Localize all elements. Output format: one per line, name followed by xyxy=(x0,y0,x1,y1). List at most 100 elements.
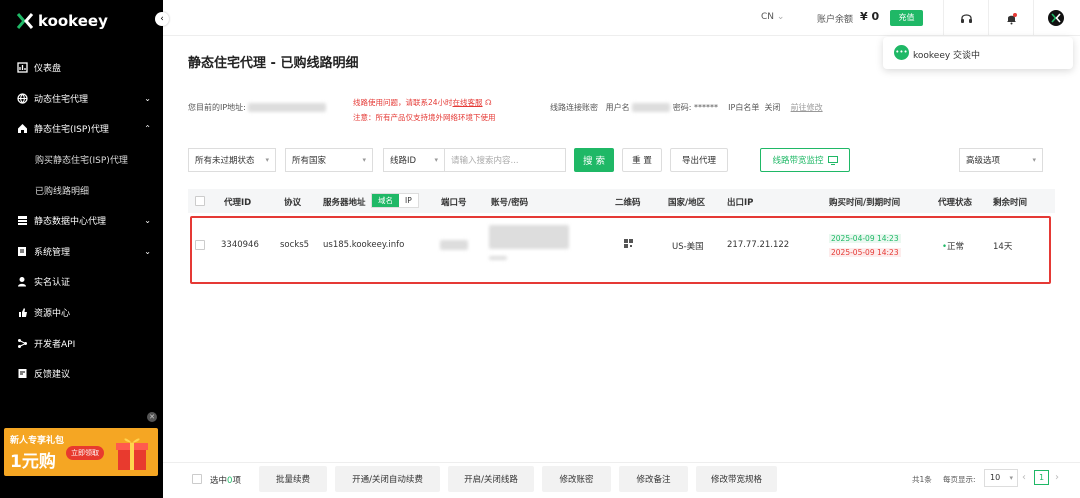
page-size-value: 10 xyxy=(990,473,1001,482)
chat-widget[interactable]: ••• kookeey 交谈中 xyxy=(883,37,1073,69)
purchase-time: 2025-04-09 14:23 xyxy=(829,234,901,243)
sidebar-item-label: 静态住宅(ISP)代理 xyxy=(34,124,109,135)
col-remaining: 剩余时间 xyxy=(993,198,1028,208)
col-status: 代理状态 xyxy=(938,198,973,208)
page-title: 静态住宅代理 - 已购线路明细 xyxy=(188,56,359,71)
home-icon xyxy=(17,123,28,134)
sidebar-item-label: 仪表盘 xyxy=(34,63,62,74)
balance-value: ¥ 0 xyxy=(860,10,880,23)
sidebar-item-feedback[interactable]: 反馈建议 xyxy=(0,360,163,386)
connection-credentials: 线路连接账密 用户名 密码: ****** IP白名单 关闭 前往修改 xyxy=(550,102,823,113)
sidebar-item-resources[interactable]: 资源中心 xyxy=(0,299,163,325)
server-display-toggle[interactable]: 域名 IP xyxy=(371,193,419,208)
language-select[interactable]: CN ⌄ xyxy=(761,12,784,22)
sidebar-item-verification[interactable]: 实名认证 xyxy=(0,268,163,294)
headset-icon: ☊ xyxy=(484,98,492,107)
online-support-link[interactable]: 在线客服 xyxy=(453,98,483,107)
advanced-options-select[interactable]: 高级选项 ▾ xyxy=(959,148,1043,172)
selected-count: 选中0项 xyxy=(210,474,241,486)
qrcode-icon[interactable] xyxy=(624,239,633,251)
search-field-value: 线路ID xyxy=(390,156,417,166)
status-text: 正常 xyxy=(947,242,965,252)
edit-credentials-button[interactable]: 修改账密 xyxy=(542,466,611,492)
server-address: us185.kookeey.info xyxy=(323,240,405,250)
divider xyxy=(1033,0,1034,36)
toggle-domain[interactable]: 域名 xyxy=(372,194,399,207)
kookeey-logo-icon xyxy=(16,13,34,29)
col-exit-ip: 出口IP xyxy=(727,198,754,208)
headset-icon[interactable] xyxy=(958,10,974,26)
chevron-down-icon: ▾ xyxy=(1032,156,1036,164)
whitelist-label: IP白名单 xyxy=(728,103,760,112)
col-country: 国家/地区 xyxy=(668,198,706,208)
ip-value-redacted xyxy=(248,103,327,112)
sidebar-item-dashboard[interactable]: 仪表盘 xyxy=(0,54,163,80)
select-all-checkbox[interactable] xyxy=(195,196,205,206)
search-field-select[interactable]: 线路ID ▾ xyxy=(383,148,445,172)
chevron-down-icon: ⌄ xyxy=(144,215,151,225)
prev-page-icon[interactable]: ‹ xyxy=(1022,472,1026,483)
whitelist-edit-link[interactable]: 前往修改 xyxy=(791,103,823,112)
chevron-down-icon: ⌄ xyxy=(776,12,785,22)
page-1-button[interactable]: 1 xyxy=(1034,470,1049,485)
highlight-box xyxy=(190,216,1051,284)
avatar[interactable] xyxy=(1048,10,1064,26)
chat-label: kookeey 交谈中 xyxy=(913,51,981,61)
country-filter-select[interactable]: 所有国家 ▾ xyxy=(285,148,373,172)
auto-renew-toggle-button[interactable]: 开通/关闭自动续费 xyxy=(335,466,440,492)
footer-select-all-checkbox[interactable] xyxy=(192,474,202,484)
toggle-ip[interactable]: IP xyxy=(399,194,418,207)
search-input[interactable]: 请输入搜索内容... xyxy=(444,148,566,172)
logo[interactable]: kookeey xyxy=(16,12,108,30)
expiry-filter-select[interactable]: 所有未过期状态 ▾ xyxy=(188,148,276,172)
sidebar-collapse-button[interactable]: ‹ xyxy=(155,12,169,26)
batch-renew-button[interactable]: 批量续费 xyxy=(259,466,327,492)
edit-note-button[interactable]: 修改备注 xyxy=(619,466,688,492)
promo-price: 1元购 xyxy=(10,452,56,472)
promo-close-icon[interactable]: ✕ xyxy=(147,412,157,422)
dashboard-icon xyxy=(17,61,28,73)
sidebar-item-dynamic-residential[interactable]: 动态住宅代理 ⌄ xyxy=(0,85,163,111)
notice-warning: 注意：所有产品仅支持境外网络环境下使用 xyxy=(353,113,496,122)
sidebar: kookeey 仪表盘 动态住宅代理 ⌄ 静态住宅(ISP)代理 ⌃ 购买静态住… xyxy=(0,0,163,498)
search-button[interactable]: 搜 索 xyxy=(574,148,614,172)
sidebar-item-developer-api[interactable]: 开发者API xyxy=(0,330,163,356)
sidebar-item-label: 动态住宅代理 xyxy=(34,94,89,105)
table-header: 代理ID 协议 服务器地址 域名 IP 端口号 账号/密码 二维码 国家/地区 … xyxy=(188,189,1055,213)
selected-prefix: 选中 xyxy=(210,476,228,486)
server-icon xyxy=(17,215,28,226)
sidebar-item-label: 开发者API xyxy=(34,339,76,350)
bandwidth-monitor-label: 线路带宽监控 xyxy=(772,156,824,166)
api-icon xyxy=(17,338,28,349)
search-placeholder: 请输入搜索内容... xyxy=(451,156,519,166)
sidebar-item-buy-isp[interactable]: 购买静态住宅(ISP)代理 xyxy=(0,146,163,172)
sidebar-item-purchased-lines[interactable]: 已购线路明细 xyxy=(0,177,163,203)
sidebar-item-static-datacenter[interactable]: 静态数据中心代理 ⌄ xyxy=(0,207,163,233)
bell-icon[interactable] xyxy=(1003,10,1019,26)
col-port: 端口号 xyxy=(441,198,467,208)
selected-suffix: 项 xyxy=(232,476,241,486)
balance-label: 账户余额 xyxy=(817,15,854,25)
next-page-icon[interactable]: › xyxy=(1055,472,1059,483)
edit-bandwidth-button[interactable]: 修改带宽规格 xyxy=(696,466,777,492)
sidebar-item-label: 购买静态住宅(ISP)代理 xyxy=(35,155,128,166)
promo-claim-button[interactable]: 立即领取 xyxy=(66,446,104,460)
bandwidth-monitor-button[interactable]: 线路带宽监控 xyxy=(760,148,850,172)
account-extra-redacted xyxy=(489,256,507,260)
col-account: 账号/密码 xyxy=(491,198,529,208)
col-protocol: 协议 xyxy=(284,198,302,208)
sidebar-item-static-isp[interactable]: 静态住宅(ISP)代理 ⌃ xyxy=(0,115,163,141)
sidebar-item-system[interactable]: 系统管理 ⌄ xyxy=(0,238,163,264)
page-size-select[interactable]: 10 ▾ xyxy=(984,469,1018,487)
country: US-美国 xyxy=(672,242,704,252)
row-checkbox[interactable] xyxy=(195,240,205,250)
sidebar-item-label: 系统管理 xyxy=(34,247,71,258)
reset-button[interactable]: 重 置 xyxy=(622,148,662,172)
chevron-up-icon: ⌃ xyxy=(144,123,151,133)
feedback-icon xyxy=(17,368,28,379)
line-toggle-button[interactable]: 开启/关闭线路 xyxy=(448,466,534,492)
promo-banner[interactable]: 新人专享礼包 1元购 立即领取 xyxy=(4,428,158,476)
recharge-button[interactable]: 充值 xyxy=(890,10,923,26)
export-proxy-button[interactable]: 导出代理 xyxy=(670,148,728,172)
notice: 线路使用问题，请联系24小时在线客服 ☊ 注意：所有产品仅支持境外网络环境下使用 xyxy=(353,95,496,125)
